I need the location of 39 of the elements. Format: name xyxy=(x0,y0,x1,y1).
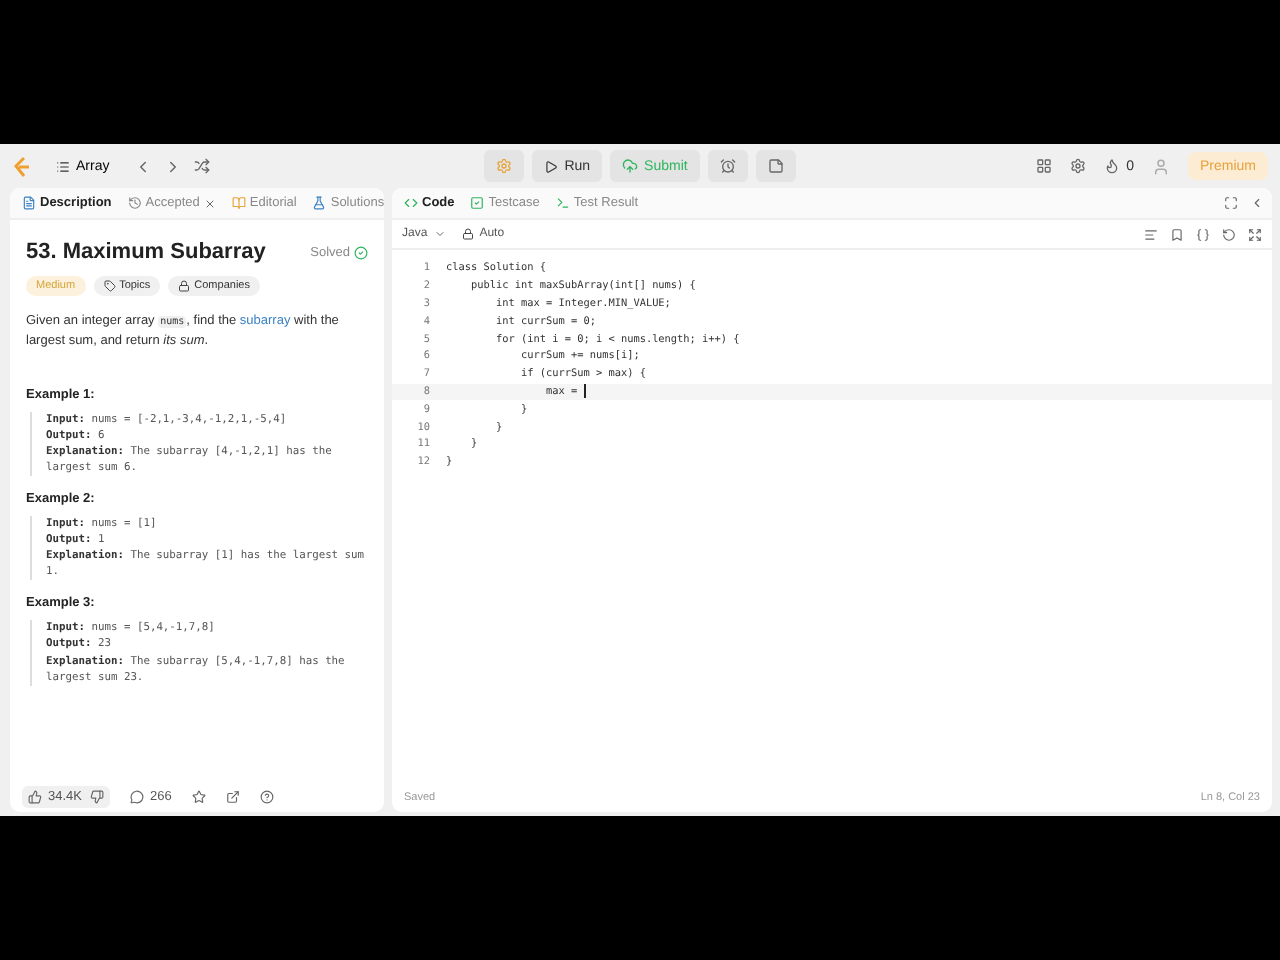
reset-icon[interactable] xyxy=(1222,227,1236,241)
alarm-clock-icon xyxy=(719,158,736,174)
lock-icon xyxy=(461,228,474,240)
timer-button[interactable] xyxy=(707,150,748,182)
flame-icon xyxy=(1104,158,1121,174)
note-icon xyxy=(767,158,784,174)
problem-title: 53. Maximum Subarray xyxy=(26,240,266,264)
notes-button[interactable] xyxy=(755,150,796,182)
thumbs-down-icon xyxy=(90,789,104,803)
play-icon xyxy=(544,159,559,173)
cloud-upload-icon xyxy=(622,158,639,174)
braces-icon[interactable] xyxy=(1196,227,1210,241)
terminal-icon xyxy=(555,196,570,210)
tag-icon xyxy=(103,280,116,292)
bookmark-icon[interactable] xyxy=(1170,227,1184,241)
check-circle-icon xyxy=(354,245,368,259)
share-icon[interactable] xyxy=(225,789,240,803)
format-icon[interactable] xyxy=(1144,227,1158,241)
comment-icon xyxy=(130,789,144,803)
lock-icon xyxy=(178,280,191,292)
checkbox-icon xyxy=(470,196,485,210)
grid-icon[interactable] xyxy=(1036,158,1053,174)
help-icon[interactable] xyxy=(259,789,274,803)
thumbs-up-icon xyxy=(28,789,42,803)
list-icon xyxy=(56,159,70,173)
shuffle-icon[interactable] xyxy=(193,158,210,174)
fullscreen-icon[interactable] xyxy=(1224,196,1238,210)
settings-icon[interactable] xyxy=(1070,158,1087,174)
expand-icon[interactable] xyxy=(1248,227,1262,241)
star-icon[interactable] xyxy=(191,789,206,803)
text-cursor xyxy=(583,384,585,399)
collapse-icon[interactable] xyxy=(1250,196,1264,210)
chevron-down-icon xyxy=(433,228,446,240)
flask-icon xyxy=(312,196,327,210)
code-icon xyxy=(404,196,418,210)
book-icon xyxy=(231,196,246,210)
document-icon xyxy=(22,196,36,210)
close-icon xyxy=(203,197,216,209)
history-icon xyxy=(127,196,142,210)
